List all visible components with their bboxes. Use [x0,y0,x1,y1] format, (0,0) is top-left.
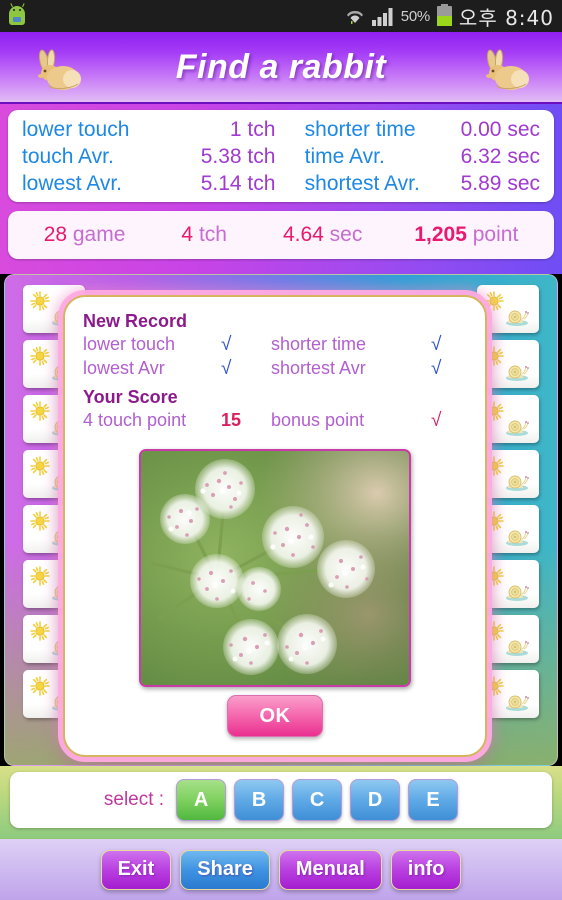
select-label: select : [103,789,165,810]
sun-icon [30,401,50,421]
stats-zone: lower touch 1 tch shorter time 0.00 sec … [0,104,562,274]
sun-icon [484,456,504,476]
record-label: lower touch [83,334,176,354]
record-row: lowest Avr √ shortest Avr √ [83,358,467,382]
manual-button[interactable]: Menual [278,849,382,890]
stat-value: 5.14 tch [200,172,276,195]
stat-label: shorter time [304,118,416,141]
reward-photo [139,449,411,687]
wifi-icon [345,6,365,26]
select-button-b[interactable]: B [234,779,285,821]
status-bar-left [6,3,28,27]
record-label: lowest Avr [83,358,165,378]
sun-icon [30,566,50,586]
stats-row: lower touch 1 tch shorter time 0.00 sec [22,118,540,145]
sun-icon [30,511,50,531]
stats-row: lowest Avr. 5.14 tch shortest Avr. 5.89 … [22,172,540,199]
stats-row: touch Avr. 5.38 tch time Avr. 6.32 sec [22,145,540,172]
info-button[interactable]: info [390,849,462,890]
sun-icon [484,346,504,366]
snail-icon [504,692,530,712]
exit-button[interactable]: Exit [100,849,172,890]
sun-icon [30,621,50,641]
snail-icon [504,307,530,327]
stat-value: 5.89 sec [460,172,540,195]
select-button-d[interactable]: D [350,779,401,821]
sun-icon [30,346,50,366]
select-zone: select : A B C D E [0,766,562,838]
sun-icon [484,676,504,696]
check-icon: √ [221,334,232,355]
score-row: 4 touch point 15 bonus point √ [83,410,467,434]
sun-icon [30,676,50,696]
sun-icon [484,511,504,531]
snail-icon [504,362,530,382]
summary-touch: 4 tch [181,223,227,246]
snail-icon [504,472,530,492]
sun-icon [484,291,504,311]
select-button-a[interactable]: A [176,779,227,821]
signal-icon [371,7,394,26]
title-bar: Find a rabbit [0,32,562,104]
app-root: 50% 오후 8:40 Find a rabbit lower touch 1 … [0,0,562,900]
stat-value: 5.38 tch [200,145,276,168]
new-record-header: New Record [83,311,188,331]
stat-value: 1 tch [229,118,276,141]
sun-icon [484,621,504,641]
stat-label: lowest Avr. [22,172,122,195]
summary-panel: 28 game 4 tch 4.64 sec 1,205 point [8,211,554,259]
stat-value: 6.32 sec [460,145,540,168]
check-icon: √ [431,358,442,379]
status-bar-right: 50% 오후 8:40 [345,2,554,31]
snail-icon [504,417,530,437]
sun-icon [484,566,504,586]
rabbit-icon [28,48,86,94]
stat-label: lower touch [22,118,130,141]
stat-label: shortest Avr. [304,172,420,195]
ok-button[interactable]: OK [227,695,323,737]
check-icon: √ [431,334,442,355]
status-clock: 오후 8:40 [458,5,554,30]
battery-icon [436,4,452,26]
snail-icon [504,527,530,547]
page-title: Find a rabbit [175,47,387,86]
record-label: shorter time [271,334,367,354]
bonus-point-label: bonus point [271,410,365,430]
check-icon: √ [221,358,232,379]
bottom-bar: Exit Share Menual info [0,838,562,900]
select-button-c[interactable]: C [292,779,343,821]
your-score-header: Your Score [83,387,178,407]
sun-icon [484,401,504,421]
stats-panel: lower touch 1 tch shorter time 0.00 sec … [8,110,554,202]
summary-time: 4.64 sec [282,223,363,246]
status-bar: 50% 오후 8:40 [0,0,562,32]
bonus-point-value: 15 [221,410,242,430]
record-row: lower touch √ shorter time √ [83,334,467,358]
sun-icon [30,456,50,476]
stat-label: touch Avr. [22,145,114,168]
select-button-e[interactable]: E [408,779,459,821]
stat-value: 0.00 sec [460,118,540,141]
stat-label: time Avr. [304,145,385,168]
battery-percent-label: 50% [400,7,430,25]
record-label: shortest Avr [271,358,366,378]
share-button[interactable]: Share [180,849,270,890]
rabbit-icon [476,48,534,94]
summary-games: 28 game [43,223,126,246]
touch-point-value: 4 touch point [83,410,187,430]
result-dialog: New Record lower touch √ shorter time √ … [63,295,487,757]
select-panel: select : A B C D E [10,772,552,828]
check-icon: √ [431,410,442,431]
sun-icon [30,291,50,311]
summary-point: 1,205 point [414,223,519,246]
snail-icon [504,582,530,602]
android-robot-icon [6,3,28,27]
snail-icon [504,637,530,657]
